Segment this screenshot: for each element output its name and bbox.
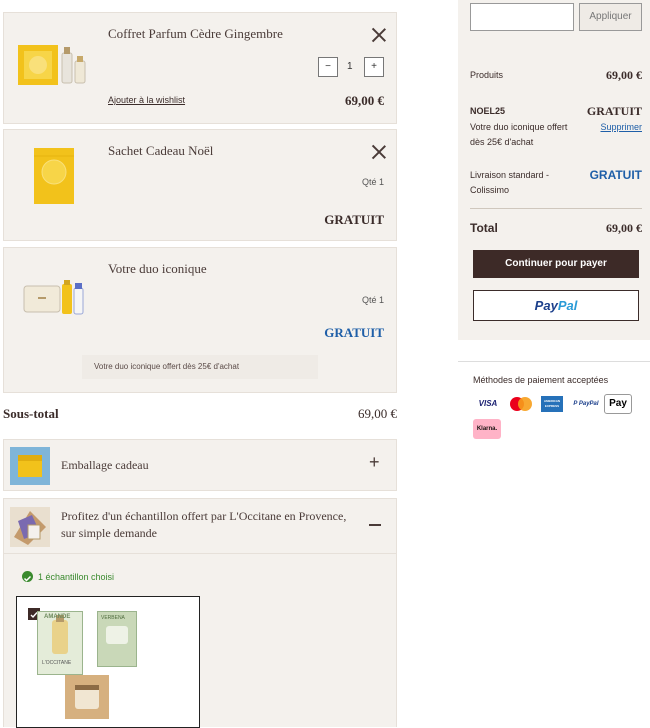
sample-product-image-amande: AMANDE L'OCCITANE [37,611,83,675]
paypal-small-text: P PayPal [573,401,599,407]
promo-code-desc-line2: dès 25€ d'achat [470,137,534,147]
item-price: GRATUIT [324,212,384,227]
remove-item-close-icon[interactable] [372,145,386,159]
promo-code-desc-line1: Votre duo iconique offert [470,122,568,132]
sample-offer-line1[interactable]: Profitez d'un échantillon offert par L'O… [61,509,346,524]
paypal-logo-part2: Pal [557,298,578,313]
visa-icon: VISA [473,395,503,413]
cart-item-duo: Votre duo iconique Qté 1 GRATUIT Votre d… [3,247,397,393]
divider [4,553,396,554]
total-value: 69,00 € [606,221,642,235]
apple-pay-icon: Pay [604,394,632,414]
paypal-logo-part1: Pay [534,298,558,313]
amex-text: AMERICAN EXPRESS [543,399,561,408]
shipping-value: GRATUIT [589,168,642,182]
expand-plus-icon[interactable]: + [369,452,380,473]
product-name[interactable]: Votre duo iconique [108,261,207,277]
subtotal-value: 69,00 € [358,406,397,421]
sample-product-image-verbena: VERBENA [97,611,137,667]
remove-item-close-icon[interactable] [372,28,386,42]
sample-offer-line2[interactable]: sur simple demande [61,526,157,541]
shipping-label-line2: Colissimo [470,185,510,195]
continue-to-payment-label: Continuer pour payer [505,258,607,269]
product-name[interactable]: Sachet Cadeau Noël [108,143,213,159]
divider [470,208,642,209]
visa-text: VISA [478,399,498,408]
samples-chosen-count: 1 échantillon choisi [38,572,115,582]
quantity-increment-button[interactable]: + [364,57,384,77]
sample-product-card[interactable]: AMANDE L'OCCITANE VERBENA [16,596,200,728]
sample-verbena-text: VERBENA [101,615,125,621]
amex-icon: AMERICAN EXPRESS [541,396,563,412]
remove-promo-link[interactable]: Supprimer [600,122,642,132]
products-label: Produits [470,70,504,80]
quantity-value[interactable]: 1 [347,61,353,72]
sample-amande-brand: L'OCCITANE [42,660,72,666]
shipping-label-line1: Livraison standard - [470,170,550,180]
subtotal-label: Sous-total [3,406,59,421]
promo-code-value: GRATUIT [586,104,642,118]
sample-amande-text: AMANDE [44,614,71,620]
apply-promo-button[interactable]: Appliquer [579,3,642,31]
promo-note: Votre duo iconique offert dès 25€ d'acha… [82,355,318,379]
gift-wrap-label[interactable]: Emballage cadeau [61,458,149,473]
product-image-sachet[interactable] [32,146,76,206]
collapse-minus-icon[interactable] [369,524,381,526]
product-name[interactable]: Coffret Parfum Cèdre Gingembre [108,26,283,42]
quantity-label: Qté 1 [361,177,384,187]
cart-item-sachet: Sachet Cadeau Noël Qté 1 GRATUIT [3,129,397,241]
add-to-wishlist-link[interactable]: Ajouter à la wishlist [108,95,185,105]
paypal-button[interactable]: PayPal [473,290,639,321]
quantity-label: Qté 1 [361,295,384,305]
item-price: 69,00 € [345,93,384,108]
apple-pay-text: Pay [609,398,627,409]
paypal-small-icon: P PayPal [571,395,601,413]
item-price-free: GRATUIT [324,325,384,340]
total-label: Total [470,221,498,235]
order-summary: Appliquer Produits 69,00 € NOEL25 GRATUI… [458,0,650,340]
product-image-duo[interactable] [22,278,86,318]
product-image-coffret[interactable] [16,41,96,89]
promo-code-input[interactable] [470,3,574,31]
check-circle-icon [22,571,33,582]
sample-icon [10,507,50,547]
quantity-decrement-button[interactable]: − [318,57,338,77]
promo-code-name: NOEL25 [470,106,506,116]
products-value: 69,00 € [606,68,642,82]
cart-item-coffret: Coffret Parfum Cèdre Gingembre − 1 + Ajo… [3,12,397,124]
sample-section: Profitez d'un échantillon offert par L'O… [3,498,397,728]
mastercard-icon [508,396,534,412]
continue-to-payment-button[interactable]: Continuer pour payer [473,250,639,278]
klarna-text: Klarna. [476,426,498,432]
gift-wrap-row[interactable]: Emballage cadeau + [3,439,397,491]
apply-promo-label: Appliquer [589,11,632,22]
divider [458,361,650,362]
klarna-icon: Klarna. [473,419,501,439]
sample-product-image-jar [65,675,109,719]
promo-note-text: Votre duo iconique offert dès 25€ d'acha… [94,362,240,371]
payment-methods-title: Méthodes de paiement acceptées [473,375,609,385]
gift-wrap-icon [10,447,50,485]
